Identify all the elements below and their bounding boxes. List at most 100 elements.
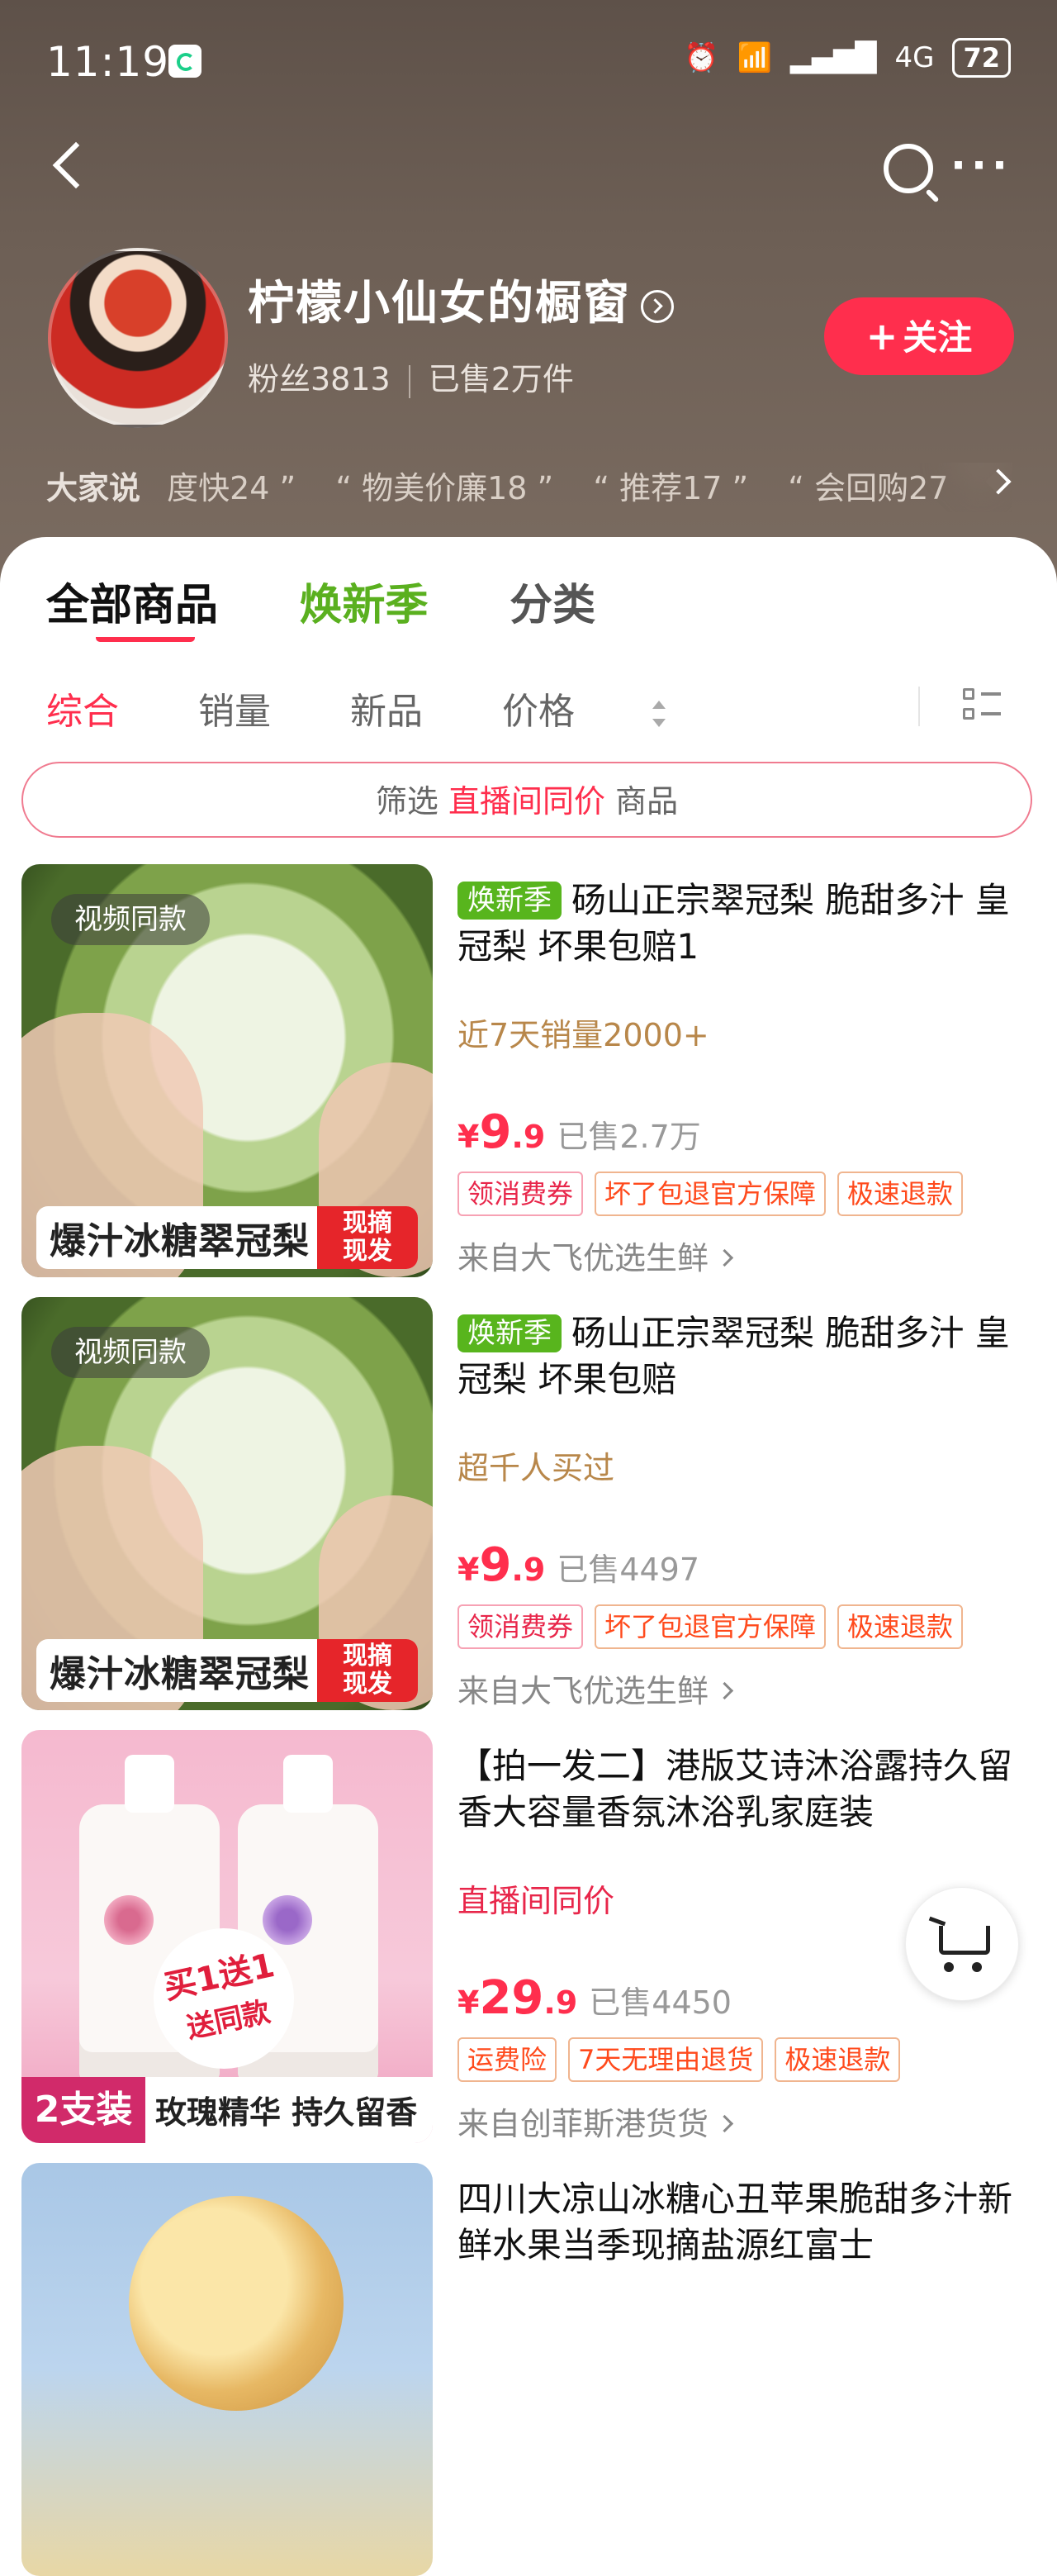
product-title[interactable]: 四川大凉山冰糖心丑苹果脆甜多汁新鲜水果当季现摘盐源红富士 <box>457 2176 1036 2269</box>
video-tag: 视频同款 <box>51 1327 210 1378</box>
product-card[interactable]: 视频同款 爆汁冰糖翠冠梨 现摘 现发 焕新季 砀山正宗翠冠梨 脆甜多汁 皇冠梨 坏果… <box>21 1297 1037 1710</box>
fans-count: 粉丝3813 <box>248 361 391 397</box>
product-subtitle: 直播间同价 <box>457 1883 615 1919</box>
image-banner-tag: 2支装 <box>21 2077 145 2143</box>
product-card[interactable]: 四川大凉山冰糖心丑苹果脆甜多汁新鲜水果当季现摘盐源红富士 <box>21 2163 1037 2576</box>
status-bar: 11:19 ⏰ 📶 ▂▄▆█ 4G 72 <box>46 38 1011 88</box>
season-badge: 焕新季 <box>457 882 562 920</box>
follow-label: 关注 <box>903 317 973 358</box>
cart-icon <box>928 1916 946 1927</box>
filter-highlight: 直播间同价 <box>448 783 605 820</box>
season-badge: 焕新季 <box>457 1314 562 1352</box>
product-title[interactable]: 焕新季 砀山正宗翠冠梨 脆甜多汁 皇冠梨 坏果包赔1 <box>457 877 1036 970</box>
navbar: ··· <box>0 140 1057 207</box>
service-chip: 坏了包退官方保障 <box>595 1604 827 1649</box>
product-info: 四川大凉山冰糖心丑苹果脆甜多汁新鲜水果当季现摘盐源红富士 <box>457 2163 1036 2576</box>
battery-icon: 72 <box>952 38 1011 78</box>
shop-name[interactable]: 柠檬小仙女的橱窗 <box>248 266 674 333</box>
sort-price-label: 价格 <box>502 691 575 733</box>
image-banner: 2支装 玫瑰精华 持久留香 <box>21 2077 433 2143</box>
tab-all-products[interactable]: 全部商品 <box>46 581 218 630</box>
video-tag: 视频同款 <box>51 894 210 945</box>
sort-sales[interactable]: 销量 <box>198 691 271 733</box>
filter-prefix: 筛选 <box>375 783 438 820</box>
sold-count: 已售2.7万 <box>557 1119 701 1155</box>
sort-arrows-icon <box>651 699 667 729</box>
service-chips: 领消费券 坏了包退官方保障 极速退款 <box>457 1172 964 1216</box>
chevron-right-icon <box>985 468 1012 495</box>
sort-bar: 综合 销量 新品 价格 <box>46 682 1012 733</box>
image-banner: 爆汁冰糖翠冠梨 现摘 现发 <box>36 1639 418 1702</box>
product-card[interactable]: 视频同款 爆汁冰糖翠冠梨 现摘 现发 焕新季 砀山正宗翠冠梨 脆甜多汁 皇冠梨 坏果… <box>21 864 1037 1277</box>
review-tag: “ 物美价廉18 ” <box>335 470 554 506</box>
cart-button[interactable] <box>905 1887 1019 2001</box>
chevron-right-icon <box>715 2114 734 2133</box>
reviews-lead: 大家说 <box>46 470 141 506</box>
store-source-link[interactable]: 来自大飞优选生鲜 <box>457 1233 734 1278</box>
product-price: ¥9.9 已售4497 <box>457 1538 700 1592</box>
store-source-link[interactable]: 来自创菲斯港货货 <box>457 2098 734 2144</box>
sold-count: 已售4450 <box>589 1984 732 2021</box>
service-chips: 领消费券 坏了包退官方保障 极速退款 <box>457 1604 964 1649</box>
product-title[interactable]: 焕新季 砀山正宗翠冠梨 脆甜多汁 皇冠梨 坏果包赔 <box>457 1310 1036 1403</box>
shop-meta: 粉丝3813 已售2万件 <box>248 354 574 399</box>
coupon-chip[interactable]: 领消费券 <box>457 1172 584 1216</box>
store-source-link[interactable]: 来自大飞优选生鲜 <box>457 1666 734 1711</box>
product-title[interactable]: 【拍一发二】港版艾诗沐浴露持久留香大容量香氛沐浴乳家庭装 <box>457 1743 1036 1836</box>
product-image[interactable]: 视频同款 爆汁冰糖翠冠梨 现摘 现发 <box>21 864 433 1277</box>
more-icon[interactable]: ··· <box>950 145 1012 186</box>
product-price: ¥29.9 已售4450 <box>457 1971 732 2025</box>
avatar[interactable] <box>48 248 228 428</box>
filter-live-price-button[interactable]: 筛选 直播间同价 商品 <box>21 762 1032 838</box>
back-icon[interactable] <box>52 141 100 189</box>
follow-button[interactable]: + 关注 <box>824 297 1014 375</box>
product-subtitle: 超千人买过 <box>457 1450 615 1486</box>
product-info: 焕新季 砀山正宗翠冠梨 脆甜多汁 皇冠梨 坏果包赔 超千人买过 ¥9.9 已售449… <box>457 1297 1036 1710</box>
tab-new-season[interactable]: 焕新季 <box>300 581 429 630</box>
product-subtitle: 近7天销量2000+ <box>457 1017 709 1053</box>
sold-count: 已售2万件 <box>428 361 574 397</box>
product-info: 焕新季 砀山正宗翠冠梨 脆甜多汁 皇冠梨 坏果包赔1 近7天销量2000+ ¥9.… <box>457 864 1036 1277</box>
review-tags[interactable]: 大家说 度快24 ” “ 物美价廉18 ” “ 推荐17 ” “ 会回购27 <box>46 463 1012 512</box>
image-banner-tag: 现摘 现发 <box>317 1206 418 1269</box>
app-notification-icon <box>168 45 201 78</box>
search-icon[interactable] <box>884 144 933 193</box>
product-image[interactable] <box>21 2163 433 2576</box>
chevron-right-icon <box>715 1248 734 1267</box>
service-chip: 极速退款 <box>837 1604 964 1649</box>
sort-price[interactable]: 价格 <box>502 691 667 733</box>
plus-icon: + <box>865 314 898 359</box>
image-banner-text: 爆汁冰糖翠冠梨 <box>50 1220 310 1262</box>
status-time: 11:19 <box>46 38 170 86</box>
image-banner-text: 爆汁冰糖翠冠梨 <box>50 1653 310 1695</box>
product-image[interactable]: 视频同款 爆汁冰糖翠冠梨 现摘 现发 <box>21 1297 433 1710</box>
coupon-chip[interactable]: 领消费券 <box>457 1604 584 1649</box>
list-view-icon[interactable] <box>963 687 1001 723</box>
divider <box>408 364 410 398</box>
alarm-icon: ⏰ <box>684 41 719 74</box>
service-chip: 坏了包退官方保障 <box>595 1172 827 1216</box>
image-banner-text: 玫瑰精华 持久留香 <box>155 2094 418 2131</box>
review-tag: “ 会回购27 <box>788 470 949 506</box>
status-right: ⏰ 📶 ▂▄▆█ 4G 72 <box>684 38 1011 78</box>
tab-category[interactable]: 分类 <box>510 581 595 630</box>
sort-new[interactable]: 新品 <box>350 691 423 733</box>
service-chip: 极速退款 <box>837 1172 964 1216</box>
product-image[interactable]: 买1送1 送同款 2支装 玫瑰精华 持久留香 <box>21 1730 433 2143</box>
shop-info: 柠檬小仙女的橱窗 粉丝3813 已售2万件 + 关注 <box>48 248 1014 430</box>
review-tag: “ 推荐17 ” <box>593 470 749 506</box>
product-card[interactable]: 买1送1 送同款 2支装 玫瑰精华 持久留香 【拍一发二】港版艾诗沐浴露持久留香大… <box>21 1730 1037 2143</box>
shop-header: 11:19 ⏰ 📶 ▂▄▆█ 4G 72 ··· 柠檬小仙女的橱窗 粉丝3813… <box>0 0 1057 595</box>
service-chip: 7天无理由退货 <box>568 2037 764 2082</box>
category-tabs: 全部商品 焕新季 分类 <box>46 570 663 636</box>
signal-icon: ▂▄▆█ <box>789 41 877 74</box>
review-tag: 度快24 ” <box>167 470 296 506</box>
filter-suffix: 商品 <box>615 783 679 820</box>
image-banner: 爆汁冰糖翠冠梨 现摘 现发 <box>36 1206 418 1269</box>
sort-comprehensive[interactable]: 综合 <box>46 691 119 733</box>
service-chips: 运费险 7天无理由退货 极速退款 <box>457 2037 901 2082</box>
sold-count: 已售4497 <box>557 1552 700 1588</box>
shop-name-text: 柠檬小仙女的橱窗 <box>248 277 631 330</box>
network-label: 4G <box>894 41 935 74</box>
service-chip: 极速退款 <box>775 2037 901 2082</box>
